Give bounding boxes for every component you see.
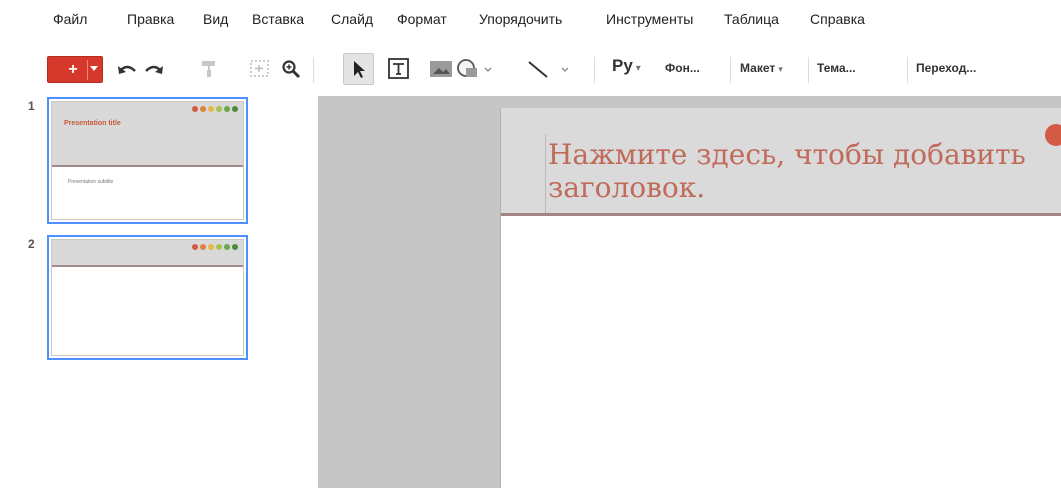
theme-dot bbox=[192, 244, 198, 250]
menu-slide[interactable]: Слайд bbox=[331, 11, 373, 27]
title-placeholder-text: Нажмите здесь, чтобы добавить заголовок. bbox=[548, 138, 1026, 204]
zoom-fit-icon[interactable] bbox=[249, 59, 271, 79]
menu-arrange[interactable]: Упорядочить bbox=[479, 11, 562, 27]
redo-icon[interactable] bbox=[143, 60, 165, 78]
theme-button[interactable]: Тема... bbox=[817, 61, 856, 75]
cursor-arrow-icon bbox=[354, 61, 365, 78]
theme-dots bbox=[192, 244, 238, 250]
theme-dot bbox=[216, 106, 222, 112]
theme-dot bbox=[200, 244, 206, 250]
text-box-icon[interactable] bbox=[387, 57, 411, 81]
thumbnail-title: Presentation title bbox=[64, 120, 121, 127]
menu-help[interactable]: Справка bbox=[810, 11, 865, 27]
theme-dot bbox=[200, 106, 206, 112]
menu-format[interactable]: Формат bbox=[397, 11, 447, 27]
slide-number: 1 bbox=[28, 99, 35, 113]
transition-label: Переход... bbox=[916, 61, 977, 75]
menu-table[interactable]: Таблица bbox=[724, 11, 779, 27]
theme-dot bbox=[224, 244, 230, 250]
input-tools-label: Ру bbox=[612, 56, 633, 75]
thumbnail-header-band: Presentation title bbox=[52, 102, 243, 167]
undo-icon[interactable] bbox=[116, 60, 138, 78]
paint-format-icon[interactable] bbox=[199, 59, 217, 79]
input-tools-button[interactable]: Ру ▾ bbox=[612, 56, 641, 76]
select-tool-button[interactable] bbox=[343, 53, 374, 85]
theme-dot bbox=[216, 244, 222, 250]
theme-accent-dot bbox=[1045, 124, 1061, 146]
theme-dot bbox=[192, 106, 198, 112]
menu-insert[interactable]: Вставка bbox=[252, 11, 304, 27]
title-placeholder-box[interactable]: Нажмите здесь, чтобы добавить заголовок. bbox=[545, 134, 1061, 213]
shape-icon[interactable] bbox=[456, 57, 496, 81]
new-slide-dropdown-icon[interactable] bbox=[90, 66, 98, 71]
background-button[interactable]: Фон... bbox=[665, 61, 700, 75]
slide-header-band: Нажмите здесь, чтобы добавить заголовок. bbox=[501, 108, 1061, 216]
theme-dots bbox=[192, 106, 238, 112]
theme-dot bbox=[208, 244, 214, 250]
zoom-icon[interactable] bbox=[281, 59, 301, 79]
new-slide-label: + bbox=[68, 61, 78, 78]
new-slide-button[interactable]: + bbox=[47, 56, 103, 83]
menu-view[interactable]: Вид bbox=[203, 11, 228, 27]
theme-dot bbox=[232, 244, 238, 250]
theme-dot bbox=[232, 106, 238, 112]
slide-canvas[interactable]: Нажмите здесь, чтобы добавить заголовок. bbox=[500, 108, 1061, 488]
transition-button[interactable]: Переход... bbox=[916, 61, 976, 75]
theme-dot bbox=[224, 106, 230, 112]
menu-edit[interactable]: Правка bbox=[127, 11, 174, 27]
layout-button[interactable]: Макет ▾ bbox=[740, 61, 783, 75]
menu-bar: Файл Правка Вид Вставка Слайд Формат Упо… bbox=[0, 0, 1061, 40]
theme-dot bbox=[208, 106, 214, 112]
thumbnail-subtitle: Presentation subtitle bbox=[68, 179, 114, 185]
menu-tools[interactable]: Инструменты bbox=[606, 11, 693, 27]
slide-thumbnail-2[interactable] bbox=[47, 235, 248, 360]
theme-label: Тема... bbox=[817, 61, 856, 75]
menu-file[interactable]: Файл bbox=[53, 11, 87, 27]
background-label: Фон... bbox=[665, 61, 700, 75]
thumbnail-header-band bbox=[52, 240, 243, 267]
line-icon[interactable] bbox=[526, 57, 572, 81]
slide-number: 2 bbox=[28, 237, 35, 251]
image-icon[interactable] bbox=[429, 59, 453, 79]
slide-thumbnail-1[interactable]: Presentation title Presentation subtitle bbox=[47, 97, 248, 224]
layout-label: Макет bbox=[740, 61, 776, 75]
